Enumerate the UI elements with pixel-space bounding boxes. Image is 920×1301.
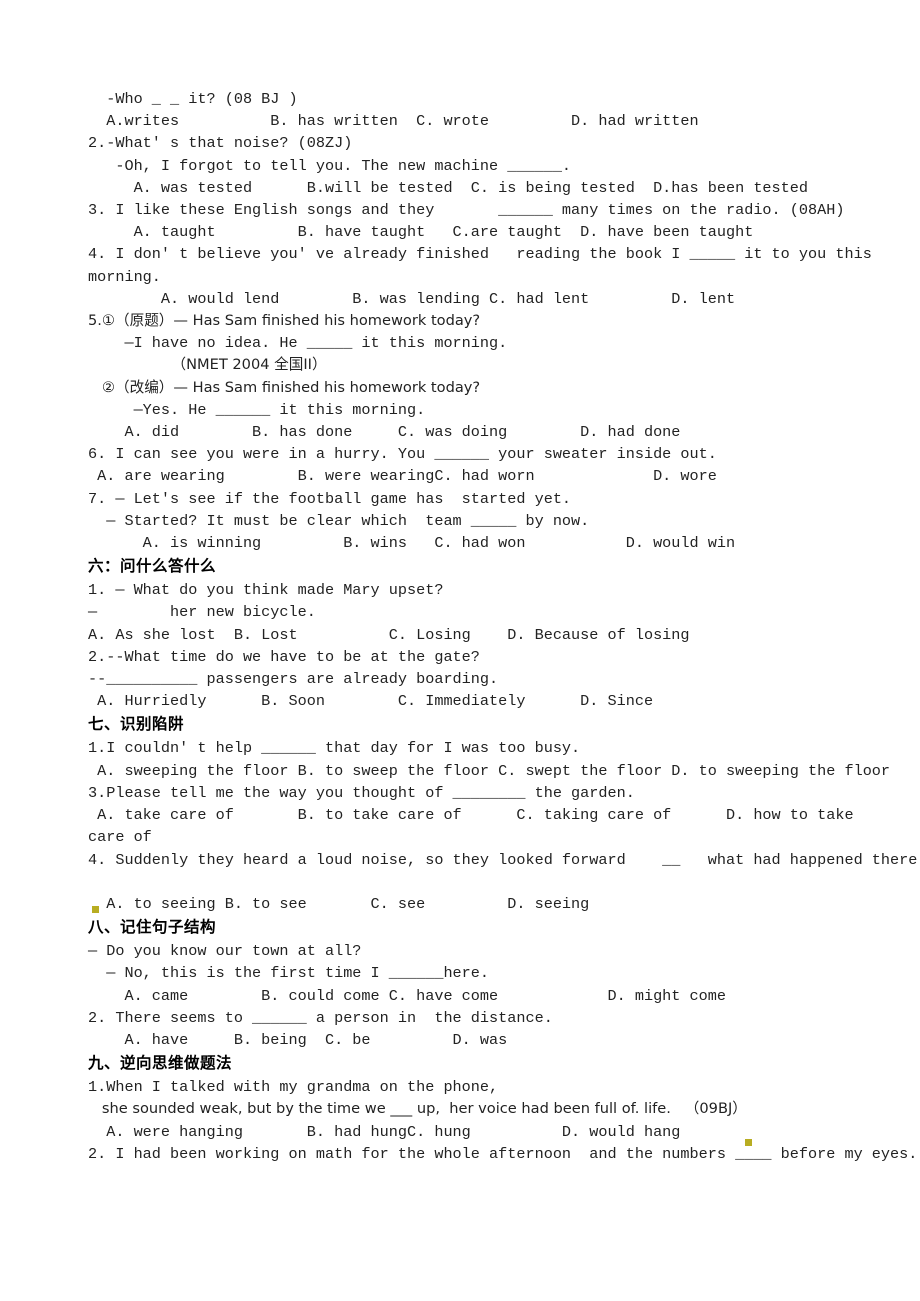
question-line: 3.Please tell me the way you thought of … <box>88 783 635 802</box>
question-line: A. taught B. have taught C.are taught D.… <box>88 223 754 242</box>
question-line: — her new bicycle. <box>88 603 316 622</box>
question-line: 1. — What do you think made Mary upset? <box>88 581 444 600</box>
question-line: A. to seeing B. to see C. see D. seeing <box>88 894 590 913</box>
question-line: A. is winning B. wins C. had won D. woul… <box>88 534 736 553</box>
question-line: A. Hurriedly B. Soon C. Immediately D. S… <box>88 692 654 711</box>
question-line: A. are wearing B. were wearingC. had wor… <box>88 467 717 486</box>
question-line: — Started? It must be clear which team _… <box>88 511 590 530</box>
question-line: 1.When I talked with my grandma on the p… <box>88 1078 499 1097</box>
question-line: -Oh, I forgot to tell you. The new machi… <box>88 156 572 175</box>
question-line: A. As she lost B. Lost C. Losing D. Beca… <box>88 625 690 644</box>
section-heading-nine: 九、逆向思维做题法 <box>88 1054 233 1073</box>
question-line: A. was tested B.will be tested C. is bei… <box>88 178 809 197</box>
question-line: -Who _ _ it? (08 BJ ) <box>88 90 298 108</box>
question-line: —Yes. He ______ it this morning. <box>88 400 426 419</box>
section-heading-eight: 八、记住句子结构 <box>88 918 217 937</box>
question-line: —I have no idea. He _____ it this mornin… <box>88 334 508 353</box>
question-line: — Do you know our town at all? <box>88 942 362 961</box>
question-line: ②（改编）— Has Sam finished his homework tod… <box>88 378 481 396</box>
document-page: -Who _ _ it? (08 BJ ) A.writes B. has wr… <box>0 0 920 1301</box>
question-line: she sounded weak, but by the time we ___… <box>88 1100 747 1118</box>
question-line: 2.--What time do we have to be at the ga… <box>88 647 480 666</box>
question-line: --__________ passengers are already boar… <box>88 670 499 689</box>
question-line: 2. I had been working on math for the wh… <box>88 1144 918 1163</box>
question-line: （NMET 2004 全国II） <box>88 356 327 374</box>
scan-artifact-mark <box>745 1139 752 1146</box>
worksheet-body: -Who _ _ it? (08 BJ ) A.writes B. has wr… <box>88 88 920 1165</box>
question-line: 1.I couldn' t help ______ that day for I… <box>88 739 581 758</box>
question-line: A. would lend B. was lending C. had lent… <box>88 289 736 308</box>
question-line: morning. <box>88 267 161 286</box>
question-line: 4. I don' t believe you' ve already fini… <box>88 245 872 264</box>
question-line: A. did B. has done C. was doing D. had d… <box>88 423 681 442</box>
question-line: 7. — Let's see if the football game has … <box>88 489 572 508</box>
question-line: 3. I like these English songs and they _… <box>88 201 845 220</box>
question-line: 6. I can see you were in a hurry. You __… <box>88 445 717 464</box>
question-line: 5.①（原题）— Has Sam finished his homework t… <box>88 312 481 330</box>
scan-artifact-mark <box>92 906 99 913</box>
question-line: A.writes B. has written C. wrote D. had … <box>88 112 699 131</box>
question-line: A. came B. could come C. have come D. mi… <box>88 986 726 1005</box>
question-line: care of <box>88 828 152 847</box>
question-line: A. were hanging B. had hungC. hung D. wo… <box>88 1122 681 1141</box>
question-line: 2.-What' s that noise? (08ZJ) <box>88 134 353 153</box>
question-line: — No, this is the first time I ______her… <box>88 964 490 983</box>
section-heading-six: 六：问什么答什么 <box>88 557 217 576</box>
question-line: A. take care of B. to take care of C. ta… <box>88 806 854 825</box>
question-line: 2. There seems to ______ a person in the… <box>88 1008 553 1027</box>
question-line: A. sweeping the floor B. to sweep the fl… <box>88 761 891 780</box>
section-heading-seven: 七、识别陷阱 <box>88 715 185 734</box>
question-line: A. have B. being C. be D. was <box>88 1030 508 1049</box>
question-line: 4. Suddenly they heard a loud noise, so … <box>88 850 920 869</box>
